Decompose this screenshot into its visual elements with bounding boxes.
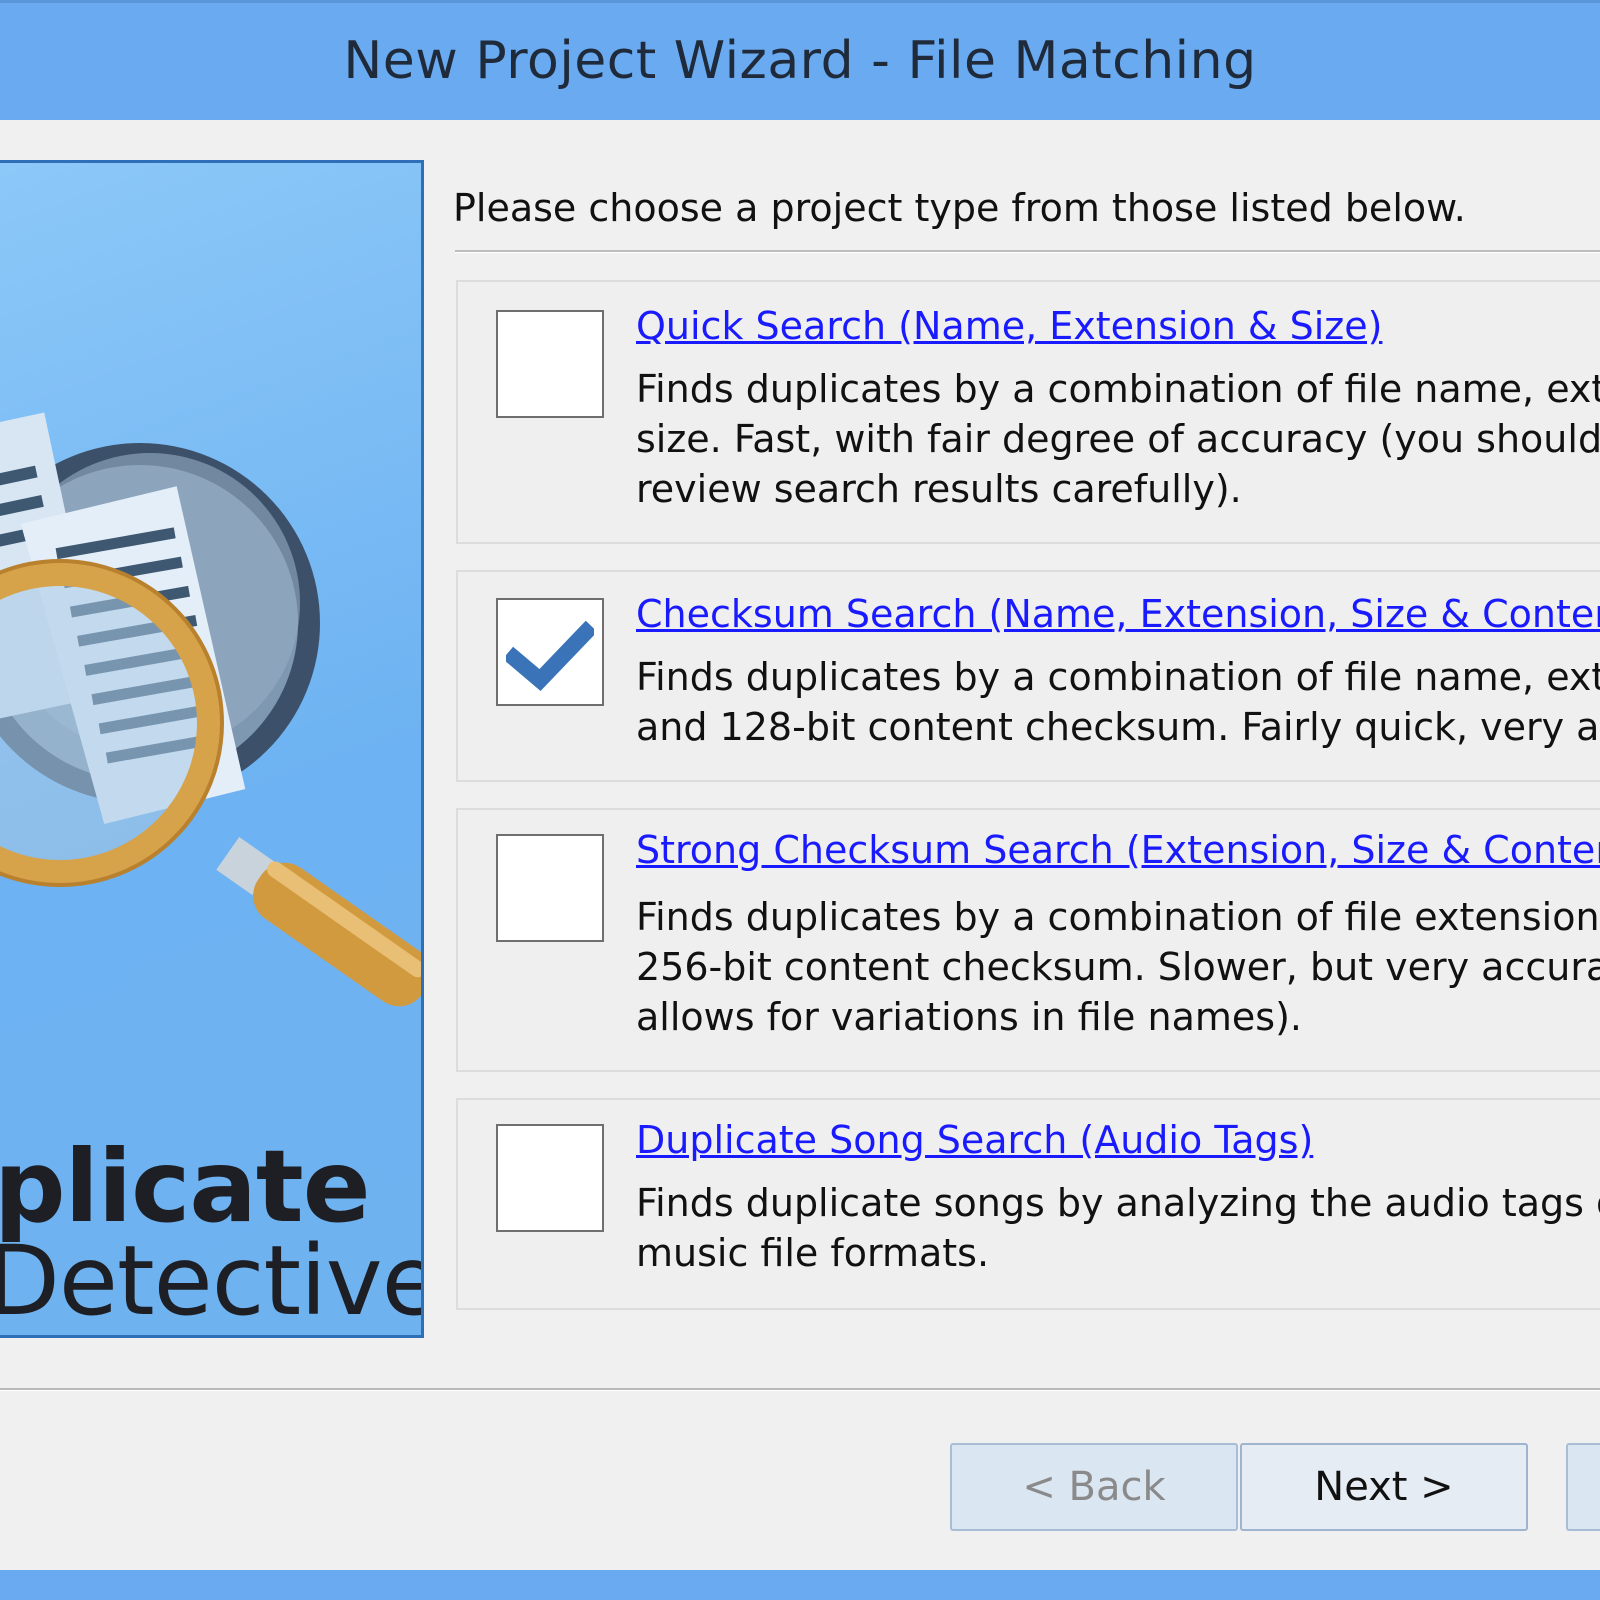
option-checksum-search[interactable]: Checksum Search (Name, Extension, Size &… — [456, 570, 1600, 782]
window-bottom-frame — [0, 1570, 1600, 1600]
quick-search-link[interactable]: Quick Search (Name, Extension & Size) — [636, 304, 1382, 348]
checksum-search-checkbox[interactable] — [496, 598, 604, 706]
strong-checksum-search-link[interactable]: Strong Checksum Search (Extension, Size … — [636, 828, 1600, 872]
checksum-search-link[interactable]: Checksum Search (Name, Extension, Size &… — [636, 592, 1600, 636]
wizard-client-area: plicate Detective™ Please choose a proje… — [0, 120, 1600, 1570]
side-banner: plicate Detective™ — [0, 160, 424, 1338]
footer-divider — [0, 1388, 1600, 1391]
duplicate-song-search-description: Finds duplicate songs by analyzing the a… — [636, 1181, 1600, 1275]
option-strong-checksum-search[interactable]: Strong Checksum Search (Extension, Size … — [456, 808, 1600, 1072]
title-bar[interactable]: New Project Wizard - File Matching — [0, 0, 1600, 120]
brand-name-line2: Detective™ — [0, 1225, 424, 1337]
magnifier-documents-icon — [0, 412, 421, 1007]
strong-checksum-search-description: Finds duplicates by a combination of fil… — [636, 895, 1600, 1039]
duplicate-song-search-link[interactable]: Duplicate Song Search (Audio Tags) — [636, 1118, 1313, 1162]
instruction-text: Please choose a project type from those … — [453, 186, 1466, 230]
window-title: New Project Wizard - File Matching — [343, 31, 1257, 91]
checkmark-icon — [506, 620, 594, 691]
option-duplicate-song-search[interactable]: Duplicate Song Search (Audio Tags) Finds… — [456, 1098, 1600, 1310]
brand-detective-text: Detective — [0, 1225, 424, 1337]
quick-search-checkbox[interactable] — [496, 310, 604, 418]
divider — [455, 250, 1600, 253]
checksum-search-description: Finds duplicates by a combination of fil… — [636, 655, 1600, 749]
cancel-button-partial[interactable] — [1566, 1443, 1600, 1531]
strong-checksum-search-checkbox[interactable] — [496, 834, 604, 942]
duplicate-song-search-checkbox[interactable] — [496, 1124, 604, 1232]
next-button[interactable]: Next > — [1240, 1443, 1528, 1531]
quick-search-description: Finds duplicates by a combination of fil… — [636, 367, 1600, 511]
option-quick-search[interactable]: Quick Search (Name, Extension & Size) Fi… — [456, 280, 1600, 544]
back-button[interactable]: < Back — [950, 1443, 1238, 1531]
